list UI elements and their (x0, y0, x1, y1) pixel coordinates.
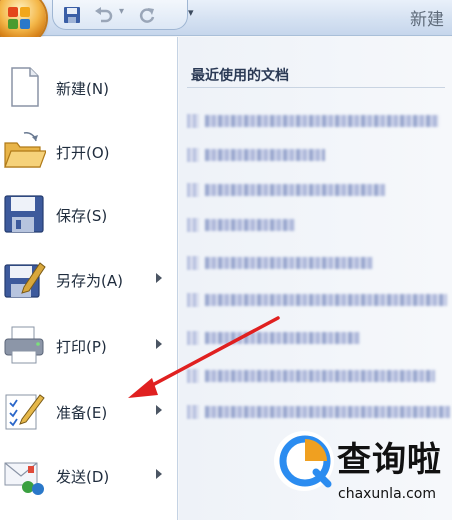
submenu-arrow-icon (156, 469, 162, 479)
menu-label-new: 新建(N) (56, 80, 109, 98)
menu-item-prepare[interactable]: 准备(E) (0, 381, 178, 441)
office-logo-icon (8, 7, 30, 29)
header-divider (187, 87, 445, 88)
send-icon (4, 462, 44, 495)
menu-item-save-as[interactable]: 另存为(A) (0, 249, 178, 309)
prepare-icon (5, 394, 45, 430)
redo-icon[interactable] (137, 5, 157, 25)
watermark-logo-icon (279, 435, 332, 488)
recent-document-item[interactable] (187, 401, 451, 425)
undo-dropdown-icon[interactable]: ▾ (119, 6, 124, 26)
save-icon[interactable] (63, 5, 81, 25)
recent-document-item[interactable] (187, 214, 307, 238)
menu-label-prepare: 准备(E) (56, 404, 108, 422)
office-menu-commands: 新建(N) 打开(O) 保存(S) 另存为(A) 打印(P) 准备(E) 发送(… (0, 37, 178, 520)
submenu-arrow-icon (156, 273, 162, 283)
undo-icon[interactable] (93, 5, 113, 25)
watermark-brand-cn: 查询啦 (337, 440, 442, 480)
recent-document-item[interactable] (187, 144, 337, 168)
submenu-arrow-icon (156, 405, 162, 415)
menu-item-send[interactable]: 发送(D) (0, 445, 178, 505)
menu-item-new[interactable]: 新建(N) (0, 57, 178, 117)
save-floppy-icon (4, 195, 44, 233)
recent-document-item[interactable] (187, 327, 367, 351)
customize-dropdown-icon[interactable]: ▾ (188, 6, 194, 19)
recent-document-item[interactable] (187, 179, 387, 203)
save-as-icon (4, 262, 46, 298)
menu-item-print[interactable]: 打印(P) (0, 315, 178, 375)
quick-access-toolbar: ▾ (52, 0, 188, 30)
watermark-brand-en: chaxunla.com (338, 486, 436, 502)
document-title: 新建 (410, 10, 444, 30)
printer-icon (4, 326, 44, 364)
recent-document-item[interactable] (187, 365, 437, 389)
menu-label-send: 发送(D) (56, 468, 110, 486)
new-document-icon (11, 67, 39, 107)
recent-documents-header: 最近使用的文档 (191, 68, 289, 84)
recent-document-item[interactable] (187, 289, 449, 313)
recent-document-item[interactable] (187, 110, 442, 134)
menu-label-save-as: 另存为(A) (56, 272, 123, 290)
menu-item-save[interactable]: 保存(S) (0, 184, 178, 244)
submenu-arrow-icon (156, 339, 162, 349)
menu-label-print: 打印(P) (56, 338, 107, 356)
recent-document-item[interactable] (187, 252, 377, 276)
title-bar: ▾ ▾ 新建 (0, 0, 452, 44)
menu-item-open[interactable]: 打开(O) (0, 121, 178, 181)
menu-label-save: 保存(S) (56, 207, 108, 225)
open-folder-icon (4, 132, 46, 168)
menu-label-open: 打开(O) (56, 144, 110, 162)
